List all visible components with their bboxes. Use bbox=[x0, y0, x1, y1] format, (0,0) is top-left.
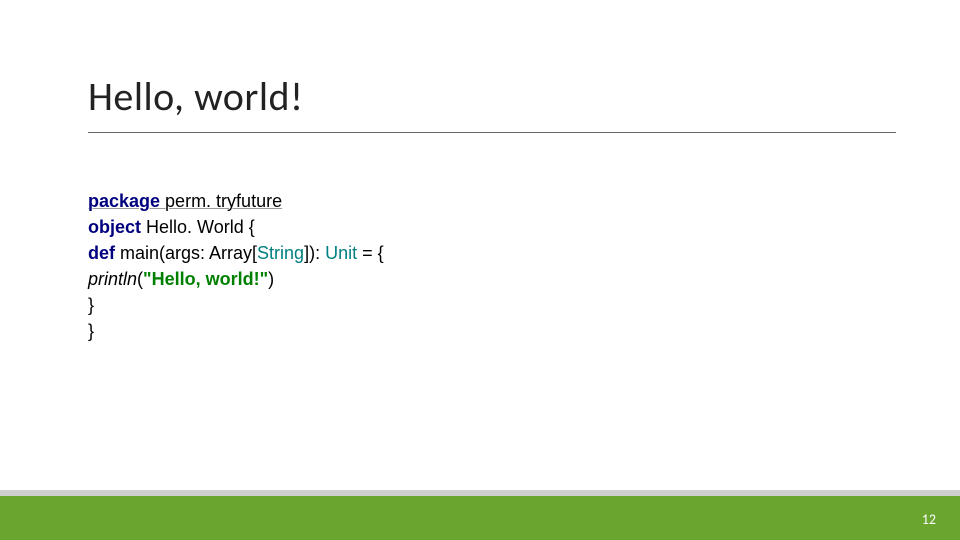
fn-println: println bbox=[88, 269, 137, 289]
slide: Hello, world! package perm. tryfuture ob… bbox=[0, 0, 960, 540]
code-line-6: } bbox=[88, 292, 384, 318]
footer-bar: 12 bbox=[0, 496, 960, 540]
type-unit: Unit bbox=[325, 243, 357, 263]
code-line-7: } bbox=[88, 318, 384, 344]
keyword-def: def bbox=[88, 243, 115, 263]
slide-title: Hello, world! bbox=[88, 72, 304, 121]
type-string: String bbox=[257, 243, 304, 263]
paren-close: ) bbox=[268, 269, 274, 289]
string-literal: "Hello, world!" bbox=[143, 269, 268, 289]
keyword-package: package bbox=[88, 191, 160, 211]
code-line-3: object Hello. World { bbox=[88, 214, 384, 240]
object-decl: Hello. World { bbox=[141, 217, 255, 237]
title-divider bbox=[88, 132, 896, 133]
sig-4a: main(args: Array[ bbox=[115, 243, 257, 263]
page-number: 12 bbox=[922, 511, 936, 528]
code-line-4: def main(args: Array[String]): Unit = { bbox=[88, 240, 384, 266]
code-line-5: println("Hello, world!") bbox=[88, 266, 384, 292]
sig-4c: = { bbox=[357, 243, 384, 263]
sig-4b: ]): bbox=[304, 243, 325, 263]
code-block: package perm. tryfuture object Hello. Wo… bbox=[88, 188, 384, 344]
keyword-object: object bbox=[88, 217, 141, 237]
package-name: perm. tryfuture bbox=[160, 191, 282, 211]
code-line-1: package perm. tryfuture bbox=[88, 188, 384, 214]
